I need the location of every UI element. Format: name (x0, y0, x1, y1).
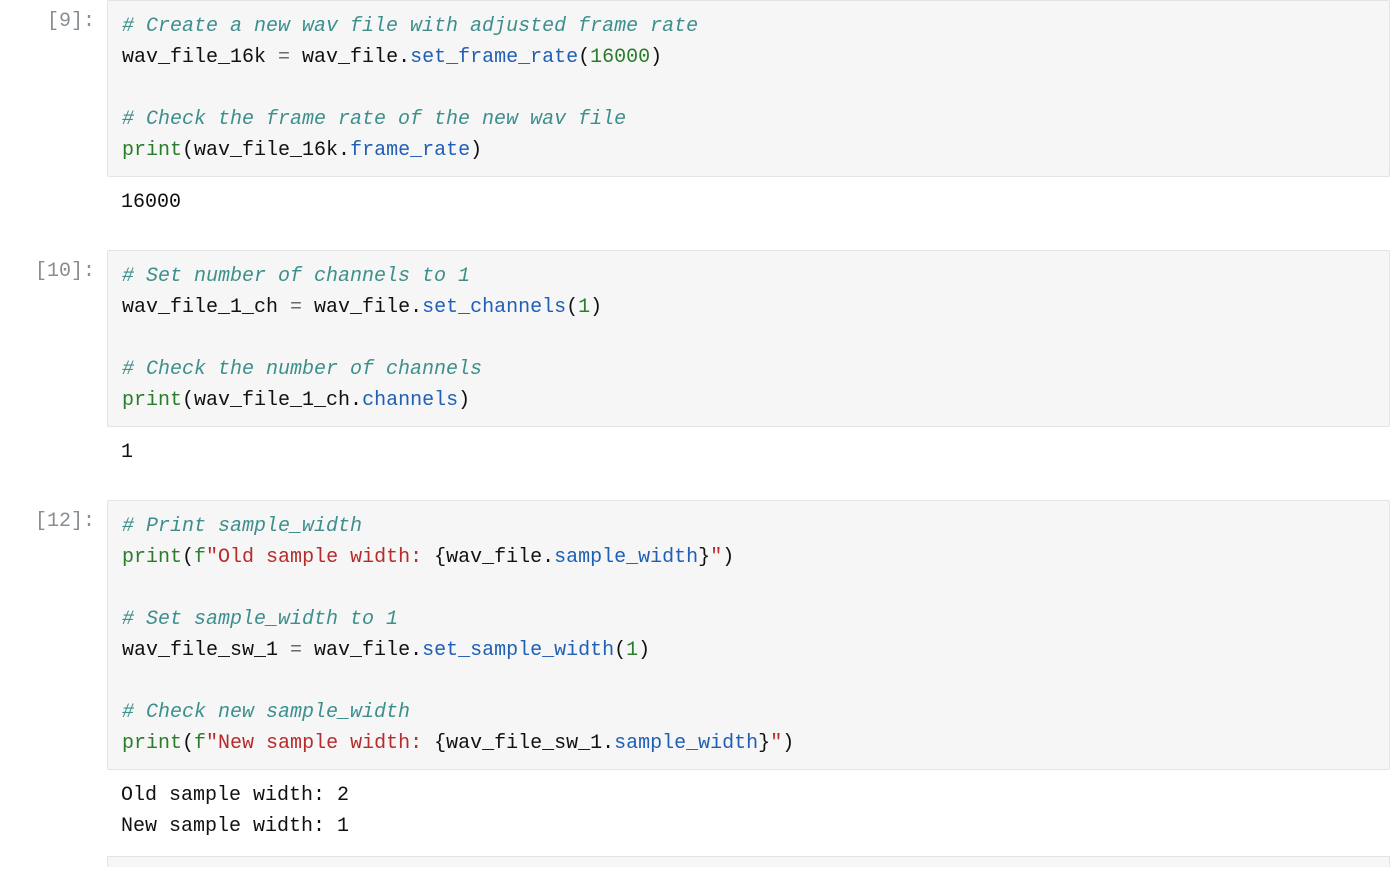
code-token: 16000 (590, 46, 650, 69)
code-token: print (122, 732, 182, 755)
code-token: ) (638, 639, 650, 662)
prompt-label-empty (0, 856, 107, 867)
code-token: } (758, 732, 770, 755)
code-token: wav_file. (290, 46, 410, 69)
code-comment: # Set number of channels to 1 (122, 265, 470, 288)
code-token: ) (458, 389, 470, 412)
next-cell-top-edge (107, 856, 1390, 867)
code-token: ) (722, 546, 734, 569)
code-token: " (710, 546, 722, 569)
code-token: " (770, 732, 782, 755)
code-token: sample_width (614, 732, 758, 755)
code-token: f (194, 546, 206, 569)
code-token: print (122, 546, 182, 569)
code-cell[interactable]: [9]: # Create a new wav file with adjust… (0, 0, 1400, 177)
code-token: ) (782, 732, 794, 755)
code-token: ( (566, 296, 578, 319)
prompt-label: [12]: (0, 500, 107, 770)
code-token: wav_file. (446, 546, 554, 569)
prompt-label-empty (0, 177, 107, 232)
output-cell: 16000 (0, 177, 1400, 232)
code-token: ( (578, 46, 590, 69)
code-token: { (434, 546, 446, 569)
prompt-label: [9]: (0, 0, 107, 177)
code-token: channels (362, 389, 458, 412)
code-token: 1 (626, 639, 638, 662)
code-token: print (122, 389, 182, 412)
code-cell-partial (0, 856, 1400, 867)
code-token: wav_file_16k (122, 46, 278, 69)
code-token: ) (650, 46, 662, 69)
notebook: [9]: # Create a new wav file with adjust… (0, 0, 1400, 867)
code-comment: # Check the frame rate of the new wav fi… (122, 108, 626, 131)
code-input[interactable]: # Print sample_width print(f"Old sample … (107, 500, 1390, 770)
prompt-label-empty (0, 770, 107, 856)
code-token: ( (182, 389, 194, 412)
code-token: wav_file_1_ch. (194, 389, 362, 412)
code-token: wav_file. (302, 639, 422, 662)
code-token: wav_file_sw_1 (122, 639, 290, 662)
code-comment: # Set sample_width to 1 (122, 608, 398, 631)
prompt-label-empty (0, 427, 107, 482)
code-token: = (290, 296, 302, 319)
code-token: ) (590, 296, 602, 319)
code-token: 1 (578, 296, 590, 319)
code-input[interactable]: # Set number of channels to 1 wav_file_1… (107, 250, 1390, 427)
output-cell: 1 (0, 427, 1400, 482)
code-token: f (194, 732, 206, 755)
code-token: wav_file_16k. (194, 139, 350, 162)
code-cell[interactable]: [12]: # Print sample_width print(f"Old s… (0, 500, 1400, 770)
cell-output: 16000 (107, 177, 1390, 232)
code-token: set_frame_rate (410, 46, 578, 69)
cell-output: Old sample width: 2 New sample width: 1 (107, 770, 1390, 856)
code-token: ) (470, 139, 482, 162)
code-input[interactable]: # Create a new wav file with adjusted fr… (107, 0, 1390, 177)
code-token: print (122, 139, 182, 162)
cell-output: 1 (107, 427, 1390, 482)
code-token: frame_rate (350, 139, 470, 162)
code-token: set_sample_width (422, 639, 614, 662)
code-token: "Old sample width: (206, 546, 434, 569)
code-token: = (290, 639, 302, 662)
code-token: ( (182, 139, 194, 162)
code-comment: # Print sample_width (122, 515, 362, 538)
code-token: ( (614, 639, 626, 662)
code-token: } (698, 546, 710, 569)
code-token: sample_width (554, 546, 698, 569)
prompt-label: [10]: (0, 250, 107, 427)
code-token: wav_file_sw_1. (446, 732, 614, 755)
code-comment: # Create a new wav file with adjusted fr… (122, 15, 698, 38)
code-comment: # Check new sample_width (122, 701, 410, 724)
code-token: = (278, 46, 290, 69)
output-cell: Old sample width: 2 New sample width: 1 (0, 770, 1400, 856)
code-cell[interactable]: [10]: # Set number of channels to 1 wav_… (0, 250, 1400, 427)
code-token: ( (182, 732, 194, 755)
code-token: wav_file. (302, 296, 422, 319)
code-token: { (434, 732, 446, 755)
code-comment: # Check the number of channels (122, 358, 482, 381)
code-token: wav_file_1_ch (122, 296, 290, 319)
code-token: "New sample width: (206, 732, 434, 755)
code-token: ( (182, 546, 194, 569)
code-token: set_channels (422, 296, 566, 319)
